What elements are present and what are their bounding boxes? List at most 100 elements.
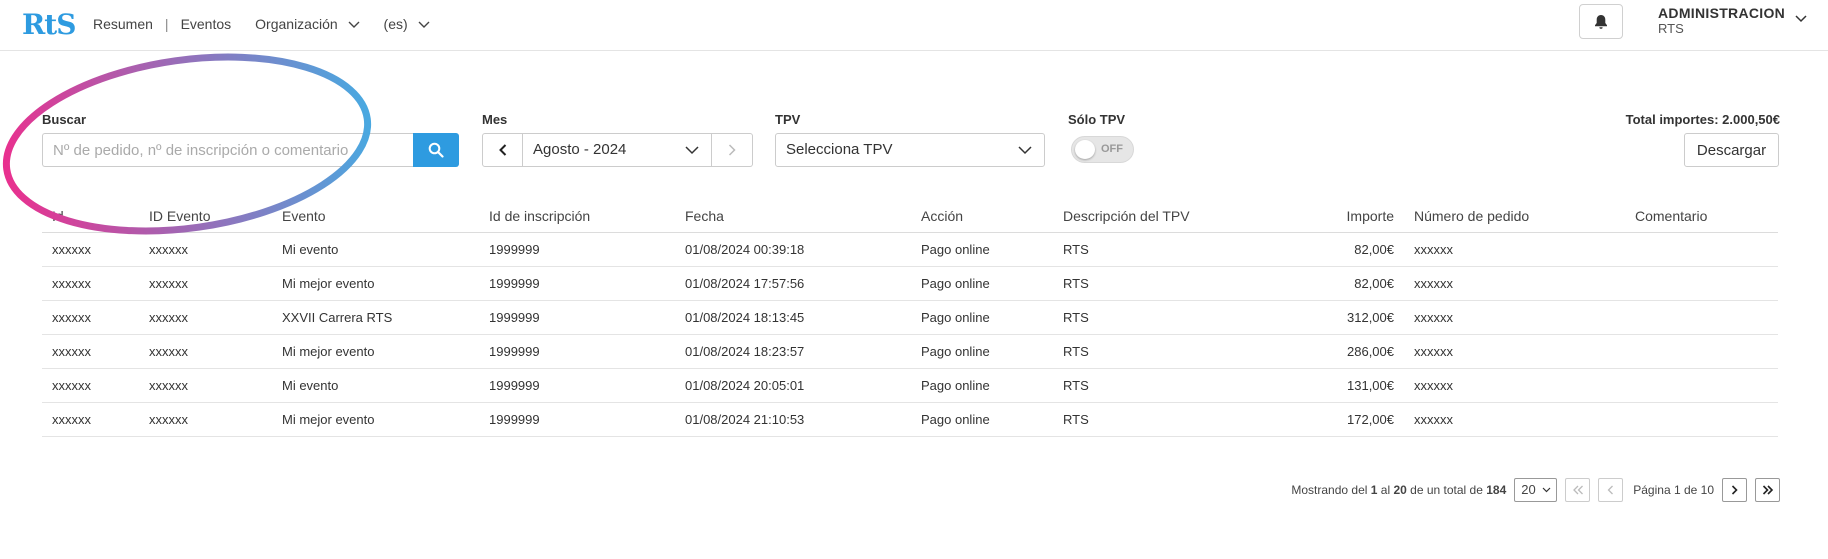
cell-accion: Pago online: [921, 276, 990, 291]
notifications-button[interactable]: [1579, 4, 1623, 39]
language-label: (es): [383, 16, 408, 32]
cell-numero-pedido: xxxxxx: [1414, 276, 1453, 291]
cell-id: xxxxxx: [52, 344, 91, 359]
cell-importe: 131,00€: [1347, 378, 1394, 393]
download-button[interactable]: Descargar: [1684, 133, 1779, 167]
cell-id: xxxxxx: [52, 412, 91, 427]
cell-descripcion-tpv: RTS: [1063, 378, 1089, 393]
rts-logo[interactable]: RtS: [22, 10, 76, 40]
cell-accion: Pago online: [921, 310, 990, 325]
cell-numero-pedido: xxxxxx: [1414, 242, 1453, 257]
cell-id: xxxxxx: [52, 276, 91, 291]
search-icon: [428, 142, 444, 158]
month-picker: Agosto - 2024: [482, 133, 753, 167]
col-importe[interactable]: Importe: [1347, 202, 1394, 230]
cell-fecha: 01/08/2024 00:39:18: [685, 242, 805, 257]
tpv-select[interactable]: Selecciona TPV: [775, 133, 1045, 167]
cell-id-inscripcion: 1999999: [489, 412, 540, 427]
per-page-value: 20: [1521, 482, 1536, 497]
col-descripcion-tpv[interactable]: Descripción del TPV: [1063, 202, 1190, 230]
cell-id-evento: xxxxxx: [149, 378, 188, 393]
next-page-button[interactable]: [1722, 478, 1747, 502]
first-page-button[interactable]: [1565, 478, 1591, 502]
col-accion[interactable]: Acción: [921, 202, 963, 230]
page-label: Página 1 de 10: [1633, 483, 1714, 497]
cell-descripcion-tpv: RTS: [1063, 344, 1089, 359]
cell-descripcion-tpv: RTS: [1063, 242, 1089, 257]
cell-descripcion-tpv: RTS: [1063, 276, 1089, 291]
cell-numero-pedido: xxxxxx: [1414, 344, 1453, 359]
pagination: Mostrando del 1 al 20 de un total de 184…: [1291, 478, 1780, 502]
chevron-down-icon: [1542, 487, 1551, 493]
cell-descripcion-tpv: RTS: [1063, 412, 1089, 427]
month-prev-button[interactable]: [482, 133, 523, 167]
user-menu[interactable]: ADMINISTRACION RTS: [1658, 5, 1786, 37]
cell-evento: Mi mejor evento: [282, 412, 375, 427]
table-row[interactable]: xxxxxx xxxxxx Mi mejor evento 1999999 01…: [42, 403, 1778, 437]
cell-accion: Pago online: [921, 412, 990, 427]
language-selector[interactable]: (es): [384, 16, 430, 32]
col-numero-pedido[interactable]: Número de pedido: [1414, 202, 1529, 230]
cell-id: xxxxxx: [52, 378, 91, 393]
chevron-right-icon: [1731, 485, 1738, 495]
month-next-button[interactable]: [712, 133, 753, 167]
cell-accion: Pago online: [921, 378, 990, 393]
cell-importe: 286,00€: [1347, 344, 1394, 359]
chevron-right-icon: [728, 144, 736, 156]
cell-fecha: 01/08/2024 20:05:01: [685, 378, 805, 393]
col-comentario[interactable]: Comentario: [1635, 202, 1707, 230]
month-value: Agosto - 2024: [533, 141, 627, 158]
cell-id-inscripcion: 1999999: [489, 242, 540, 257]
main-nav: Resumen | Eventos Organización (es): [93, 16, 430, 32]
cell-evento: Mi mejor evento: [282, 276, 375, 291]
month-select[interactable]: Agosto - 2024: [523, 133, 712, 167]
toggle-knob: [1075, 140, 1095, 159]
col-fecha[interactable]: Fecha: [685, 202, 724, 230]
cell-id-inscripcion: 1999999: [489, 378, 540, 393]
nav-eventos[interactable]: Eventos: [181, 16, 232, 32]
chevron-down-icon: [418, 21, 430, 29]
cell-descripcion-tpv: RTS: [1063, 310, 1089, 325]
annotation-ellipse: [2, 53, 372, 235]
table-row[interactable]: xxxxxx xxxxxx Mi evento 1999999 01/08/20…: [42, 369, 1778, 403]
cell-fecha: 01/08/2024 17:57:56: [685, 276, 805, 291]
chevron-down-icon: [685, 146, 699, 155]
cell-numero-pedido: xxxxxx: [1414, 310, 1453, 325]
chevron-down-icon[interactable]: [1795, 15, 1807, 23]
cell-id-evento: xxxxxx: [149, 310, 188, 325]
chevron-left-icon: [1607, 485, 1614, 495]
user-name: ADMINISTRACION: [1658, 5, 1786, 21]
table-row[interactable]: xxxxxx xxxxxx Mi mejor evento 1999999 01…: [42, 267, 1778, 301]
cell-id-inscripcion: 1999999: [489, 344, 540, 359]
cell-evento: Mi mejor evento: [282, 344, 375, 359]
cell-accion: Pago online: [921, 242, 990, 257]
tpv-label: TPV: [775, 112, 801, 127]
user-org: RTS: [1658, 21, 1684, 36]
double-chevron-right-icon: [1762, 485, 1773, 495]
cell-evento: XXVII Carrera RTS: [282, 310, 393, 325]
per-page-select[interactable]: 20: [1514, 478, 1558, 502]
nav-separator: |: [164, 16, 169, 32]
month-label: Mes: [482, 112, 508, 127]
total-amount: Total importes: 2.000,50€: [1625, 112, 1780, 127]
last-page-button[interactable]: [1755, 478, 1780, 502]
cell-importe: 172,00€: [1347, 412, 1394, 427]
cell-numero-pedido: xxxxxx: [1414, 412, 1453, 427]
table-row[interactable]: xxxxxx xxxxxx XXVII Carrera RTS 1999999 …: [42, 301, 1778, 335]
search-button[interactable]: [413, 133, 459, 167]
cell-importe: 82,00€: [1354, 242, 1394, 257]
col-id-inscripcion[interactable]: Id de inscripción: [489, 202, 590, 230]
solo-tpv-label: Sólo TPV: [1068, 112, 1126, 127]
solo-tpv-toggle[interactable]: OFF: [1071, 136, 1134, 163]
cell-fecha: 01/08/2024 18:23:57: [685, 344, 805, 359]
chevron-down-icon: [1018, 146, 1032, 155]
cell-id-inscripcion: 1999999: [489, 310, 540, 325]
cell-id-evento: xxxxxx: [149, 276, 188, 291]
toggle-state: OFF: [1101, 143, 1123, 155]
top-header: RtS Resumen | Eventos Organización (es) …: [0, 0, 1828, 51]
nav-resumen[interactable]: Resumen: [93, 16, 153, 32]
prev-page-button[interactable]: [1598, 478, 1624, 502]
nav-organizacion[interactable]: Organización: [255, 16, 360, 32]
chevron-down-icon: [348, 21, 360, 29]
table-row[interactable]: xxxxxx xxxxxx Mi mejor evento 1999999 01…: [42, 335, 1778, 369]
